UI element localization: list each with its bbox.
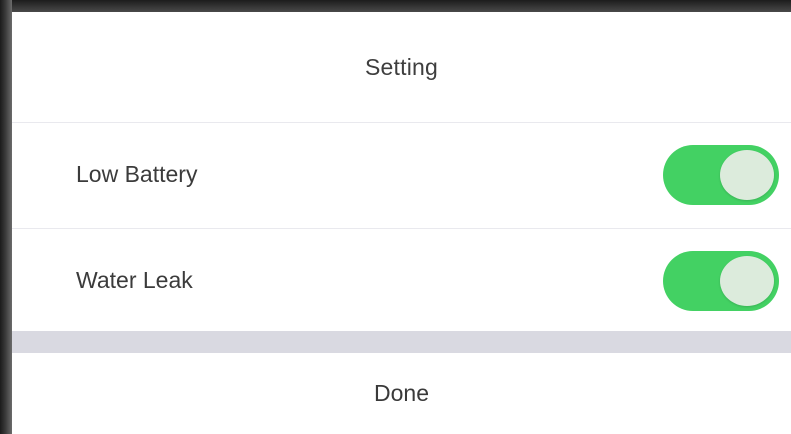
screen: Setting Low Battery Water Leak Done [0,0,791,434]
background-top-edge [0,0,791,12]
setting-row-water-leak: Water Leak [12,229,791,331]
dialog-title: Setting [364,53,438,80]
section-separator [12,331,791,353]
low-battery-toggle[interactable] [663,145,779,205]
setting-label-water-leak: Water Leak [76,266,193,293]
water-leak-toggle[interactable] [663,251,779,311]
setting-label-low-battery: Low Battery [76,160,198,187]
toggle-knob [720,150,774,200]
background-left-edge [0,0,12,434]
settings-dialog: Setting Low Battery Water Leak Done [12,12,791,434]
done-button[interactable]: Done [12,353,791,434]
setting-row-low-battery: Low Battery [12,123,791,225]
toggle-knob [720,256,774,306]
